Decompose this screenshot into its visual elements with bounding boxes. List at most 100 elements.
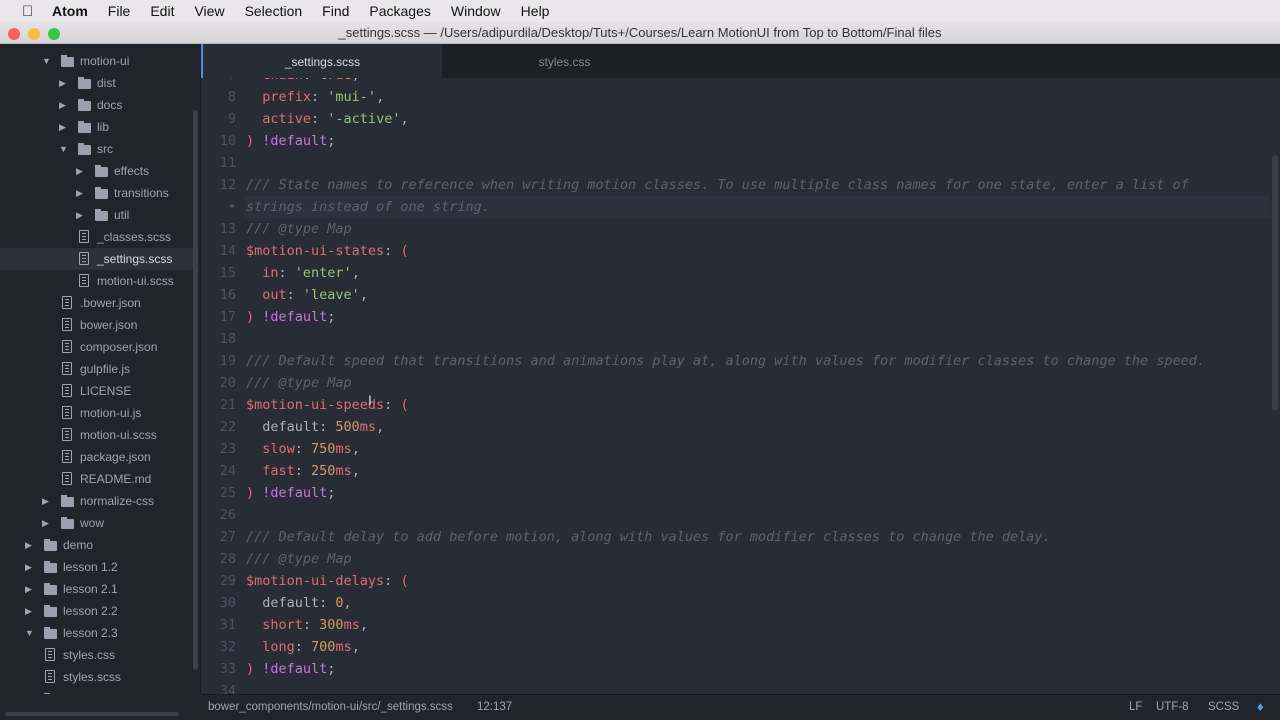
menu-view[interactable]: View xyxy=(194,3,224,19)
menu-help[interactable]: Help xyxy=(521,3,550,19)
menu-packages[interactable]: Packages xyxy=(369,3,430,19)
tree-file[interactable]: _settings.scss xyxy=(0,248,194,270)
code-line[interactable]: /// Default speed that transitions and a… xyxy=(246,350,1205,372)
minimize-window-button[interactable] xyxy=(28,28,40,40)
menu-app[interactable]: Atom xyxy=(52,3,88,19)
apple-icon[interactable]:  xyxy=(22,3,38,20)
chevron-right-icon[interactable]: ▶ xyxy=(76,166,83,177)
tree-folder[interactable]: ▶ lesson 2.4 xyxy=(0,688,194,694)
code-line[interactable]: ) !default; xyxy=(246,306,335,328)
code-token: : xyxy=(294,639,312,655)
tree-folder[interactable]: ▶ wow xyxy=(0,512,194,534)
tree-view-scrollbar[interactable] xyxy=(193,110,198,670)
chevron-right-icon[interactable]: ▶ xyxy=(42,518,49,529)
code-line[interactable]: /// @type Map xyxy=(246,372,352,394)
code-line[interactable]: short: 300ms, xyxy=(246,614,368,636)
chevron-right-icon[interactable]: ▶ xyxy=(25,606,32,617)
chevron-right-icon[interactable]: ▶ xyxy=(25,540,32,551)
code-line[interactable]: strings instead of one string. xyxy=(246,196,490,218)
status-file-path[interactable]: bower_components/motion-ui/src/_settings… xyxy=(208,695,453,719)
code-editor[interactable]: 7 chain: true,8 prefix: 'mui-',9 active:… xyxy=(201,44,1280,694)
code-line[interactable]: default: 500ms, xyxy=(246,416,384,438)
tree-folder[interactable]: ▶ dist xyxy=(0,72,194,94)
code-line[interactable]: slow: 750ms, xyxy=(246,438,360,460)
chevron-right-icon[interactable]: ▶ xyxy=(59,100,66,111)
code-line[interactable]: $motion-ui-speeds: ( xyxy=(246,394,409,416)
code-token: /// @type Map xyxy=(246,551,352,567)
tree-file[interactable]: package.json xyxy=(0,446,194,468)
status-grammar[interactable]: SCSS xyxy=(1208,695,1239,719)
squirrel-update-icon[interactable]: ♦ xyxy=(1257,700,1271,714)
code-line[interactable]: /// State names to reference when writin… xyxy=(246,174,1189,196)
tree-folder[interactable]: ▶ transitions xyxy=(0,182,194,204)
chevron-right-icon[interactable]: ▶ xyxy=(59,122,66,133)
tree-folder[interactable]: ▶ docs xyxy=(0,94,194,116)
chevron-down-icon[interactable]: ▼ xyxy=(59,144,68,154)
code-line[interactable]: /// @type Map xyxy=(246,218,352,240)
code-token: out xyxy=(246,287,287,303)
code-line[interactable]: $motion-ui-delays: ( xyxy=(246,570,409,592)
tree-file[interactable]: gulpfile.js xyxy=(0,358,194,380)
tree-file[interactable]: composer.json xyxy=(0,336,194,358)
chevron-right-icon[interactable]: ▶ xyxy=(42,496,49,507)
chevron-right-icon[interactable]: ▶ xyxy=(76,210,83,221)
menu-selection[interactable]: Selection xyxy=(245,3,303,19)
chevron-down-icon[interactable]: ▼ xyxy=(25,628,34,638)
close-window-button[interactable] xyxy=(8,28,20,40)
code-line[interactable]: default: 0, xyxy=(246,592,351,614)
zoom-window-button[interactable] xyxy=(48,28,60,40)
menu-file[interactable]: File xyxy=(108,3,131,19)
menu-window[interactable]: Window xyxy=(451,3,501,19)
tab-settings-scss[interactable]: _settings.scss xyxy=(201,44,442,78)
tree-file[interactable]: motion-ui.scss xyxy=(0,424,194,446)
editor-scrollbar[interactable] xyxy=(1272,155,1278,410)
tree-file[interactable]: styles.css xyxy=(0,644,194,666)
tree-file[interactable]: README.md xyxy=(0,468,194,490)
tree-file[interactable]: motion-ui.scss xyxy=(0,270,194,292)
chevron-right-icon[interactable]: ▶ xyxy=(25,562,32,573)
tree-folder[interactable]: ▶ lesson 2.2 xyxy=(0,600,194,622)
code-line[interactable]: long: 700ms, xyxy=(246,636,360,658)
tree-file[interactable]: LICENSE xyxy=(0,380,194,402)
code-line[interactable]: in: 'enter', xyxy=(246,262,360,284)
tree-folder[interactable]: ▶ util xyxy=(0,204,194,226)
tree-folder[interactable]: ▼ motion-ui xyxy=(0,50,194,72)
tree-folder[interactable]: ▶ normalize-css xyxy=(0,490,194,512)
code-line[interactable]: /// Default delay to add before motion, … xyxy=(246,526,1051,548)
tree-folder[interactable]: ▼ lesson 2.3 xyxy=(0,622,194,644)
code-token: , xyxy=(351,639,360,655)
code-line[interactable]: ) !default; xyxy=(246,130,335,152)
code-line[interactable]: out: 'leave', xyxy=(246,284,368,306)
chevron-right-icon[interactable]: ▶ xyxy=(59,78,66,89)
code-line[interactable]: active: '-active', xyxy=(246,108,408,130)
tree-folder[interactable]: ▼ src xyxy=(0,138,194,160)
tree-file[interactable]: styles.scss xyxy=(0,666,194,688)
chevron-down-icon[interactable]: ▼ xyxy=(42,56,51,66)
status-line-ending[interactable]: LF xyxy=(1129,695,1142,719)
tree-folder[interactable]: ▶ effects xyxy=(0,160,194,182)
tree-folder[interactable]: ▶ lesson 2.1 xyxy=(0,578,194,600)
code-line[interactable]: /// @type Map xyxy=(246,548,352,570)
tree-folder[interactable]: ▶ lib xyxy=(0,116,194,138)
tree-folder[interactable]: ▶ lesson 1.2 xyxy=(0,556,194,578)
status-cursor-position[interactable]: 12:137 xyxy=(477,695,512,719)
tab-styles-css[interactable]: styles.css xyxy=(442,44,687,78)
tree-file[interactable]: motion-ui.js xyxy=(0,402,194,424)
file-icon xyxy=(62,362,72,375)
tree-file[interactable]: .bower.json xyxy=(0,292,194,314)
status-encoding[interactable]: UTF-8 xyxy=(1156,695,1189,719)
menu-find[interactable]: Find xyxy=(322,3,349,19)
tree-view-horizontal-scrollbar[interactable] xyxy=(5,712,179,716)
tree-file[interactable]: bower.json xyxy=(0,314,194,336)
chevron-right-icon[interactable]: ▶ xyxy=(76,188,83,199)
chevron-right-icon[interactable]: ▶ xyxy=(25,584,32,595)
code-line[interactable]: $motion-ui-states: ( xyxy=(246,240,409,262)
code-line[interactable]: fast: 250ms, xyxy=(246,460,360,482)
code-line[interactable]: prefix: 'mui-', xyxy=(246,86,384,108)
code-line[interactable]: ) !default; xyxy=(246,658,335,680)
menu-edit[interactable]: Edit xyxy=(150,3,174,19)
tree-file[interactable]: _classes.scss xyxy=(0,226,194,248)
tree-folder[interactable]: ▶ demo xyxy=(0,534,194,556)
chevron-right-icon[interactable]: ▶ xyxy=(25,694,32,695)
code-line[interactable]: ) !default; xyxy=(246,482,335,504)
